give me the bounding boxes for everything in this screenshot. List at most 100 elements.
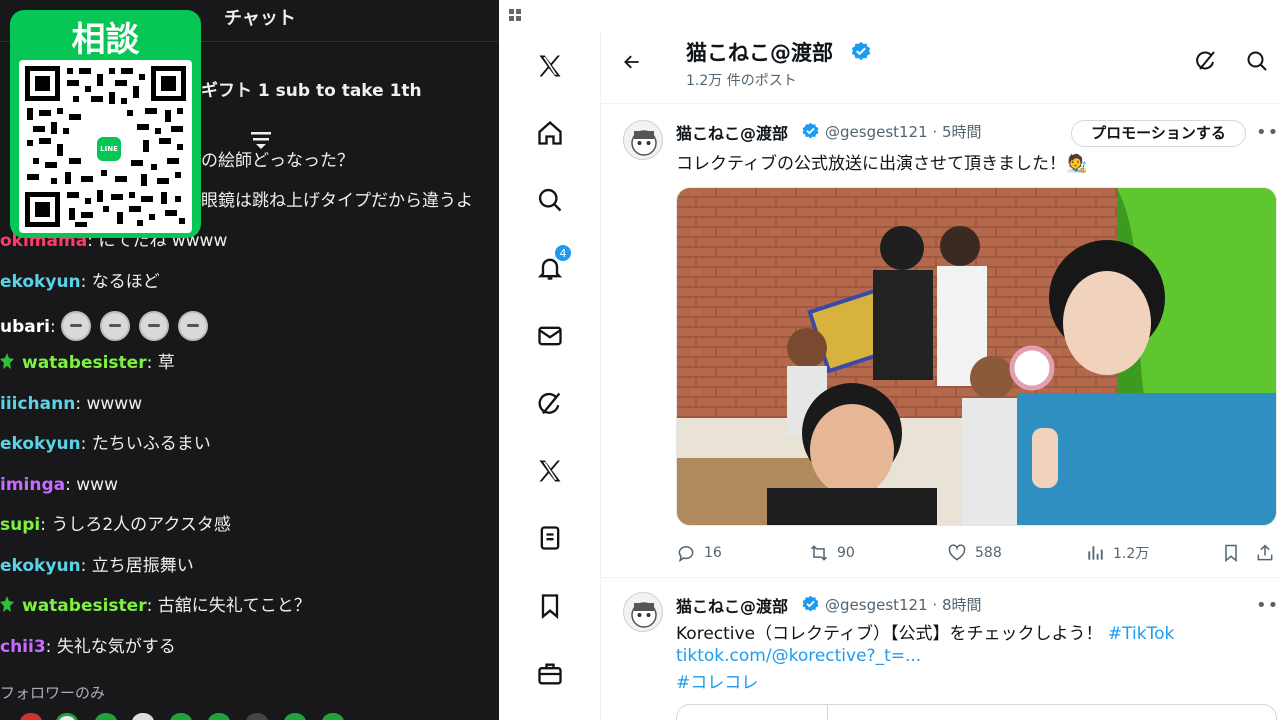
more-options-icon[interactable]: ••• xyxy=(1256,595,1280,616)
notification-count-badge: 4 xyxy=(554,244,572,262)
premium-x-icon[interactable] xyxy=(530,451,570,491)
tweet-author-name[interactable]: 猫こねこ@渡部 xyxy=(676,593,788,617)
more-options-icon[interactable]: ••• xyxy=(1256,122,1280,143)
share-button[interactable] xyxy=(1255,542,1280,564)
chat-text: wwww xyxy=(86,394,143,414)
subscriber-badge-icon xyxy=(0,596,14,612)
chat-emote-icon[interactable] xyxy=(178,311,209,341)
heart-icon xyxy=(948,544,966,561)
reply-button[interactable]: 16 xyxy=(676,542,722,564)
chat-emote-icon[interactable] xyxy=(100,311,131,341)
avatar-cat-icon xyxy=(631,602,657,628)
search-icon[interactable] xyxy=(1245,49,1269,73)
lists-icon[interactable] xyxy=(530,518,570,558)
tweet-text-body: Korective（コレクティブ）【公式】をチェックしよう！ xyxy=(676,624,1103,644)
chat-message: ekokyun: 立ち居振舞い xyxy=(0,555,194,577)
profile-header: 猫こねこ@渡部 1.2万 件のポスト xyxy=(601,30,1280,104)
avatar-cat-icon xyxy=(631,130,657,156)
chat-username[interactable]: ekokyun xyxy=(0,434,81,454)
grok-icon[interactable] xyxy=(530,384,570,424)
home-icon[interactable] xyxy=(530,113,570,153)
views-button[interactable]: 1.2万 xyxy=(1085,542,1149,564)
tweet-text: コレクティブの公式放送に出演させて頂きました！🧑‍🎨 xyxy=(676,154,1088,174)
repost-button[interactable]: 90 xyxy=(809,542,855,564)
jobs-icon[interactable] xyxy=(530,654,570,694)
chat-separator: : xyxy=(80,556,92,576)
chat-username[interactable]: supi xyxy=(0,515,40,535)
chat-username[interactable]: chii3 xyxy=(0,637,46,657)
chat-username[interactable]: watabesister xyxy=(22,353,147,373)
chat-separator: : xyxy=(80,434,92,454)
messages-icon[interactable] xyxy=(530,316,570,356)
chat-username[interactable]: watabesister xyxy=(22,596,147,616)
chat-message: ubari: xyxy=(0,311,217,341)
chat-text: www xyxy=(76,475,118,495)
like-count: 588 xyxy=(975,545,1002,561)
repost-icon xyxy=(810,545,828,561)
post-count: 1.2万 件のポスト xyxy=(686,73,797,89)
gift-sub-banner: ギフト 1 sub to take 1th xyxy=(201,81,422,101)
bookmark-button[interactable] xyxy=(1221,542,1249,564)
line-logo-icon: LINE xyxy=(97,137,121,161)
x-logo-icon[interactable] xyxy=(530,46,570,86)
chat-emote-icon[interactable] xyxy=(139,311,170,341)
window-grid-icon[interactable] xyxy=(509,9,521,21)
back-arrow-icon xyxy=(624,55,639,69)
grok-icon[interactable] xyxy=(1194,49,1218,73)
search-icon[interactable] xyxy=(530,180,570,220)
chat-text: 古舘に失礼てこと？ xyxy=(157,596,311,616)
hashtag-link[interactable]: #コレコレ xyxy=(676,668,758,693)
chat-separator: : xyxy=(40,515,52,535)
like-button[interactable]: 588 xyxy=(947,542,1002,564)
chat-message: chii3: 失礼な気がする xyxy=(0,636,176,658)
tiktok-link[interactable]: tiktok.com/@korective?_t=... xyxy=(676,646,921,666)
reply-icon xyxy=(678,546,694,563)
chat-message: ekokyun: たちいふるまい xyxy=(0,433,211,455)
promote-button[interactable]: プロモーションする xyxy=(1071,120,1246,147)
chat-username[interactable]: iminga xyxy=(0,475,65,495)
chat-message: iminga: www xyxy=(0,474,118,496)
tweet-photo[interactable] xyxy=(676,187,1277,526)
chat-username[interactable]: ekokyun xyxy=(0,556,81,576)
verified-badge-icon xyxy=(802,595,819,612)
qr-code: LINE xyxy=(19,60,192,233)
chat-message: iiichann: wwww xyxy=(0,393,142,415)
chat-separator: : xyxy=(75,394,87,414)
chat-separator: : xyxy=(80,272,92,292)
chat-title: チャット xyxy=(224,8,296,29)
repost-count: 90 xyxy=(837,545,855,561)
followers-only-label: フォロワーのみ xyxy=(0,684,106,702)
bookmarks-icon[interactable] xyxy=(530,586,570,626)
emote-picker-row[interactable] xyxy=(0,710,499,720)
chat-text: たちいふるまい xyxy=(91,434,211,454)
x-browser-window: 4 猫こねこ@渡部 1.2万 件のポスト 猫こねこ@渡部 @gesgest121… xyxy=(499,0,1280,720)
tweet-handle-time[interactable]: @gesgest121 · 5時間 xyxy=(825,121,982,142)
chat-separator: : xyxy=(49,317,62,337)
avatar[interactable] xyxy=(623,592,663,632)
bookmark-icon xyxy=(1225,544,1237,563)
pinned-collapse-icon[interactable] xyxy=(249,130,273,152)
chat-text: 失礼な気がする xyxy=(56,637,176,657)
chat-username[interactable]: ubari xyxy=(0,317,50,337)
link-card[interactable] xyxy=(676,704,1277,720)
back-button[interactable] xyxy=(617,47,647,77)
tweet-handle-time[interactable]: @gesgest121 · 8時間 xyxy=(825,594,982,615)
chat-panel: チャット ギフト 1 sub to take 1th の絵師どっなった？ 眼鏡は跳… xyxy=(0,0,499,720)
chat-text: 草 xyxy=(157,353,175,373)
reply-count: 16 xyxy=(704,545,722,561)
chat-emote-icon[interactable] xyxy=(61,311,92,341)
chat-text: の絵師どっなった？ xyxy=(201,151,354,171)
notifications-icon[interactable]: 4 xyxy=(530,244,572,288)
chat-text: うしろ2人のアクスタ感 xyxy=(51,515,231,535)
chat-message: の絵師どっなった？ xyxy=(201,150,354,172)
tweet-author-name[interactable]: 猫こねこ@渡部 xyxy=(676,120,788,144)
chat-separator: : xyxy=(146,353,158,373)
chat-username[interactable]: iiichann xyxy=(0,394,75,414)
chat-separator: : xyxy=(65,475,77,495)
chat-username[interactable]: ekokyun xyxy=(0,272,81,292)
chat-message: watabesister: 古舘に失礼てこと？ xyxy=(0,595,311,617)
hashtag-link[interactable]: #TikTok xyxy=(1108,624,1174,644)
chat-separator: : xyxy=(45,637,57,657)
profile-timeline: 猫こねこ@渡部 1.2万 件のポスト 猫こねこ@渡部 @gesgest121 ·… xyxy=(601,30,1280,720)
avatar[interactable] xyxy=(623,120,663,160)
